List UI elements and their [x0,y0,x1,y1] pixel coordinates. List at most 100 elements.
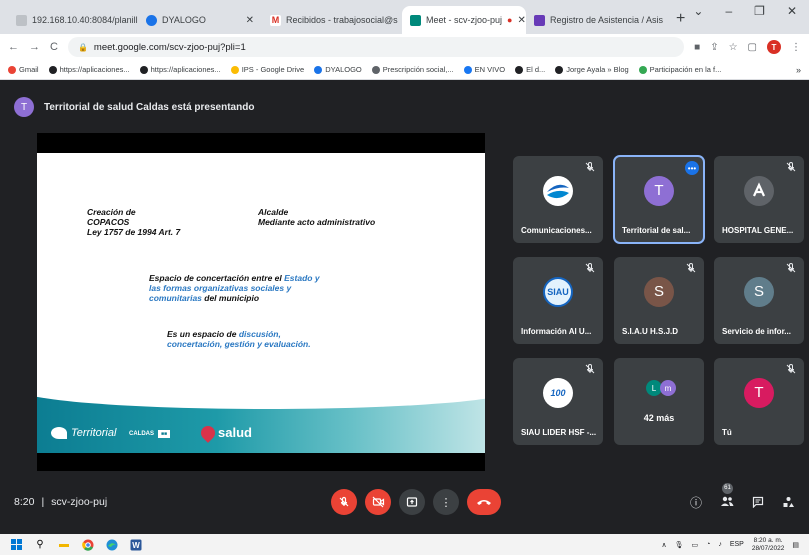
meeting-time: 8:20 [14,496,35,508]
bookmark-aplicaciones-2[interactable]: https://aplicaciones... [139,65,221,74]
self-avatar: T [744,377,774,408]
bookmark-aplicaciones-1[interactable]: https://aplicaciones... [48,65,130,74]
network-icon[interactable]: ▭ [691,541,698,549]
participant-name: Información Al U... [521,327,592,336]
bookmarks-overflow-icon[interactable]: » [796,65,801,75]
more-options-button[interactable]: ⋮ [433,489,459,515]
chrome-icon[interactable] [82,539,94,551]
maximize-icon[interactable]: ❐ [754,4,765,18]
chat-icon[interactable] [752,496,764,508]
reload-icon[interactable]: C [50,41,58,53]
close-icon[interactable]: ✕ [517,15,525,26]
bookmark-star-icon[interactable]: ☆ [729,42,738,53]
search-icon [555,65,564,74]
caldas-badge: ■■ [158,430,171,438]
logo-text: salud [218,425,252,440]
mic-toggle-button[interactable] [331,489,357,515]
tab-dyalogo[interactable]: DYALOGO ✕ [138,6,262,34]
bookmark-prescripcion[interactable]: Prescripción social,... [371,65,454,74]
people-button[interactable]: 61 [720,482,734,510]
presenting-banner: T Territorial de salud Caldas está prese… [14,94,254,120]
language-indicator[interactable]: ESP [730,541,744,548]
meeting-details-icon[interactable]: ⓘ [690,494,702,511]
wifi-icon[interactable]: ◔ [706,541,710,548]
back-icon[interactable]: ← [8,41,19,53]
camera-off-icon [372,496,384,508]
mic-off-icon [686,262,696,273]
participant-tile[interactable]: HOSPITAL GENE... [714,156,804,243]
participant-tile-presenter[interactable]: ••• T Territorial de sal... [613,155,705,244]
menu-kebab-icon[interactable]: ⋮ [791,42,801,53]
slide-right-block: Alcalde Mediante acto administrativo [258,207,375,227]
bookmark-gmail[interactable]: Gmail [8,65,39,74]
participant-tile[interactable]: S S.I.A.U H.S.J.D [614,257,704,344]
mic-off-icon [339,496,349,507]
share-icon[interactable]: ⇪ [710,42,718,53]
activities-icon[interactable] [782,496,795,509]
mic-off-icon [786,161,796,172]
participant-name: SIAU LIDER HSF -... [521,428,597,437]
leave-call-button[interactable] [467,489,501,515]
slide-paragraph-2: Es un espacio de discusión, concertación… [167,329,311,349]
gmail-icon: M [270,14,281,26]
windows-start-icon[interactable] [10,539,22,551]
globe-icon [48,65,57,74]
participant-tile[interactable]: SIAU Información Al U... [513,257,603,344]
bookmark-participacion[interactable]: Participación en la f... [638,65,721,74]
tab-title: Registro de Asistencia / Asis [550,15,664,25]
clock[interactable]: 8:20 a. m. 28/07/2022 [752,537,785,552]
bookmark-blog[interactable]: Jorge Ayala » Blog [555,65,629,74]
slide-text: Creación de [87,207,136,217]
close-window-icon[interactable]: ✕ [787,4,797,18]
system-tray: ∧ 🎙 ▭ ◔ ♪ ESP 8:20 a. m. 28/07/2022 ▤ [661,537,799,552]
tab-title: Meet - scv-zjoo-puj [426,15,503,25]
tab-meet[interactable]: Meet - scv-zjoo-puj ● ✕ [402,6,526,34]
bookmark-en-vivo[interactable]: EN VIVO [463,65,505,74]
gmail-icon [8,65,16,74]
bookmark-drive[interactable]: IPS - Google Drive [230,65,304,74]
url-input[interactable]: 🔒 meet.google.com/scv-zjoo-puj?pli=1 [67,37,685,57]
self-tile[interactable]: T Tú [714,358,804,445]
present-screen-button[interactable] [399,489,425,515]
participant-tile[interactable]: 100 SIAU LIDER HSF -... [513,358,603,445]
search-icon[interactable]: ⚲ [34,539,46,551]
tab-registro[interactable]: Registro de Asistencia / Asis ✕ [526,6,668,34]
address-bar: ← → C 🔒 meet.google.com/scv-zjoo-puj?pli… [0,34,809,60]
new-tab-button[interactable]: + [668,10,693,28]
participant-tile[interactable]: S Servicio de infor... [714,257,804,344]
more-participants-tile[interactable]: L m 42 más [614,358,704,445]
minimize-icon[interactable]: – [725,4,732,18]
globe-icon [638,65,647,74]
logo-text: CALDAS [129,431,154,437]
tray-overflow-icon[interactable]: ∧ [661,541,666,549]
participant-name: Tú [722,428,732,437]
presentation-stage[interactable]: Creación de COPACOS Ley 1757 de 1994 Art… [37,133,485,471]
volume-icon[interactable]: ♪ [718,541,722,548]
camera-toggle-button[interactable] [365,489,391,515]
clock-date: 28/07/2022 [751,544,785,552]
participant-name: Territorial de sal... [622,226,691,235]
slide-text: Mediante acto administrativo [258,217,376,228]
divider: | [41,496,45,508]
tab-planilla[interactable]: 192.168.10.40:8084/planilla ✕ [8,6,138,34]
edge-icon[interactable] [106,539,118,551]
more-participants-count: 42 más [643,413,675,423]
notifications-icon[interactable]: ▤ [792,541,799,549]
participant-tile[interactable]: Comunicaciones... [513,156,603,243]
os-taskbar: ⚲ ▬ W ∧ 🎙 ▭ ◔ ♪ ESP 8:20 a. m. 28/07/202… [0,534,809,555]
bookmark-dyalogo[interactable]: DYALOGO [314,65,362,74]
slide-text: concertación, gestión y evaluación. [167,339,311,350]
word-icon[interactable]: W [130,539,142,551]
forms-icon [534,14,545,26]
side-panel-icon[interactable]: ▢ [748,42,757,53]
camera-in-use-icon[interactable]: ■ [694,42,700,53]
close-icon[interactable]: ✕ [246,15,254,26]
file-explorer-icon[interactable]: ▬ [58,539,70,551]
more-options-icon[interactable]: ••• [685,161,699,175]
profile-avatar[interactable]: T [767,40,781,54]
tab-search-icon[interactable]: ⌄ [693,4,703,18]
microphone-tray-icon[interactable]: 🎙 [675,541,684,549]
forward-icon[interactable]: → [29,41,40,53]
tab-gmail[interactable]: M Recibidos - trabajosocial@s ✕ [262,6,402,34]
bookmark-el-d[interactable]: El d... [515,65,545,74]
